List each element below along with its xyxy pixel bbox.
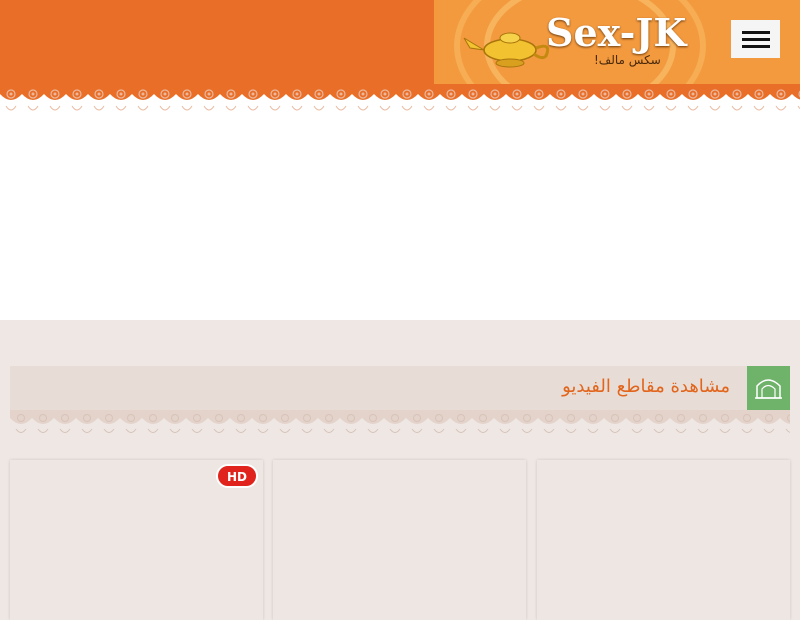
magic-lamp-icon bbox=[463, 32, 550, 68]
videos-section: مشاهدة مقاطع الفيديو HD bbox=[0, 320, 800, 620]
hamburger-icon bbox=[742, 31, 770, 34]
section-title: مشاهدة مقاطع الفيديو bbox=[562, 376, 730, 397]
logo-subtitle: سكس مالف! bbox=[594, 53, 661, 67]
logo-text: Sex-JK bbox=[546, 10, 687, 55]
video-card[interactable]: HD bbox=[10, 460, 263, 620]
hd-badge: HD bbox=[215, 464, 258, 488]
site-header: Sex-JK سكس مالف! bbox=[0, 0, 800, 84]
gate-icon bbox=[747, 366, 790, 410]
menu-button[interactable] bbox=[731, 20, 780, 58]
header-ornament-border bbox=[0, 84, 800, 114]
section-header: مشاهدة مقاطع الفيديو bbox=[10, 366, 790, 410]
section-ornament-border bbox=[10, 410, 790, 436]
ad-banner-area bbox=[0, 114, 800, 320]
video-card[interactable] bbox=[537, 460, 790, 620]
video-card[interactable] bbox=[273, 460, 526, 620]
ornament-pattern bbox=[0, 84, 800, 114]
